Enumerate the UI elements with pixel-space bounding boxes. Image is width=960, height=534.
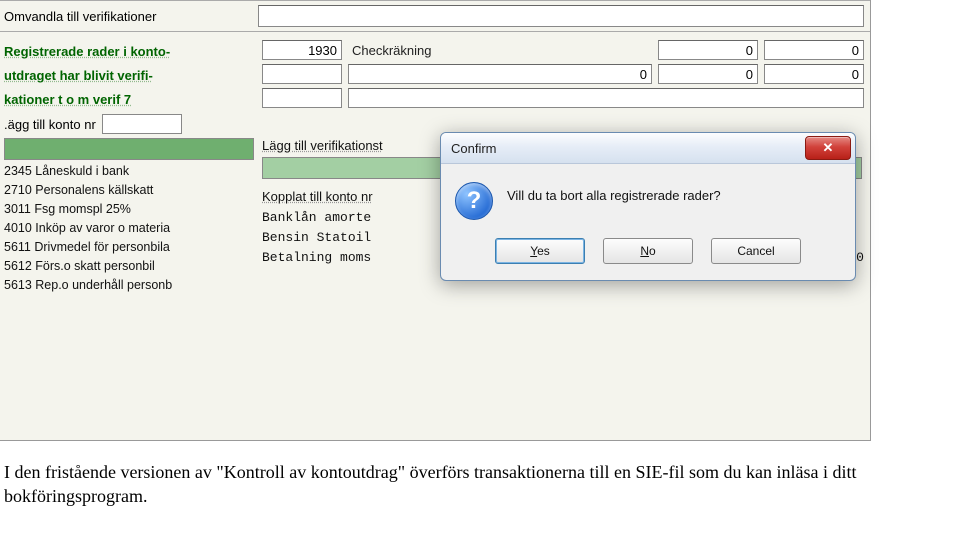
value-cell[interactable]: 0 bbox=[764, 64, 864, 84]
list-item[interactable]: 5612 Förs.o skatt personbil bbox=[4, 257, 262, 276]
convert-input[interactable] bbox=[258, 5, 864, 27]
question-icon: ? bbox=[455, 182, 493, 220]
info-line: utdraget har blivit verifi- bbox=[4, 64, 262, 88]
close-button[interactable]: ✕ bbox=[805, 136, 851, 160]
value-cell[interactable]: 0 bbox=[658, 64, 758, 84]
cancel-button[interactable]: Cancel bbox=[711, 238, 801, 264]
account-number-cell[interactable] bbox=[262, 64, 342, 84]
yes-button[interactable]: Yes bbox=[495, 238, 585, 264]
add-account-label: .ägg till konto nr bbox=[4, 117, 96, 132]
add-account-row: .ägg till konto nr bbox=[4, 114, 262, 134]
value-cell[interactable]: 0 bbox=[658, 40, 758, 60]
account-row: 1930 Checkräkning 0 0 bbox=[262, 40, 864, 60]
add-account-input[interactable] bbox=[102, 114, 182, 134]
account-list[interactable]: 2345 Låneskuld i bank 2710 Personalens k… bbox=[4, 162, 262, 295]
account-select-highlight[interactable] bbox=[4, 138, 254, 160]
list-item[interactable]: 5613 Rep.o underhåll personb bbox=[4, 276, 262, 295]
dialog-message: Vill du ta bort alla registrerade rader? bbox=[507, 182, 721, 203]
convert-label: Omvandla till verifikationer bbox=[4, 9, 258, 24]
value-cell[interactable]: 0 bbox=[764, 40, 864, 60]
account-name-cell[interactable] bbox=[348, 88, 864, 108]
list-item[interactable]: 5611 Drivmedel för personbila bbox=[4, 238, 262, 257]
info-panel: Registrerade rader i konto- utdraget har… bbox=[0, 40, 262, 112]
list-item[interactable]: 3011 Fsg momspl 25% bbox=[4, 200, 262, 219]
info-line: Registrerade rader i konto- bbox=[4, 40, 262, 64]
account-name-cell[interactable]: 0 bbox=[348, 64, 652, 84]
account-name: Checkräkning bbox=[348, 43, 652, 58]
close-icon: ✕ bbox=[823, 140, 834, 156]
dialog-titlebar[interactable]: Confirm ✕ bbox=[441, 133, 855, 164]
account-number-cell[interactable] bbox=[262, 88, 342, 108]
account-row bbox=[262, 88, 864, 108]
top-header: Omvandla till verifikationer bbox=[0, 0, 870, 32]
info-line: kationer t o m verif 7 bbox=[4, 88, 262, 112]
confirm-dialog: Confirm ✕ ? Vill du ta bort alla registr… bbox=[440, 132, 856, 281]
list-item[interactable]: 2710 Personalens källskatt bbox=[4, 181, 262, 200]
caption-text: I den fristående versionen av "Kontroll … bbox=[4, 460, 944, 508]
account-number-cell[interactable]: 1930 bbox=[262, 40, 342, 60]
no-button[interactable]: No bbox=[603, 238, 693, 264]
account-row: 0 0 0 bbox=[262, 64, 864, 84]
dialog-title: Confirm bbox=[451, 141, 497, 156]
list-item[interactable]: 2345 Låneskuld i bank bbox=[4, 162, 262, 181]
list-item[interactable]: 4010 Inköp av varor o materia bbox=[4, 219, 262, 238]
